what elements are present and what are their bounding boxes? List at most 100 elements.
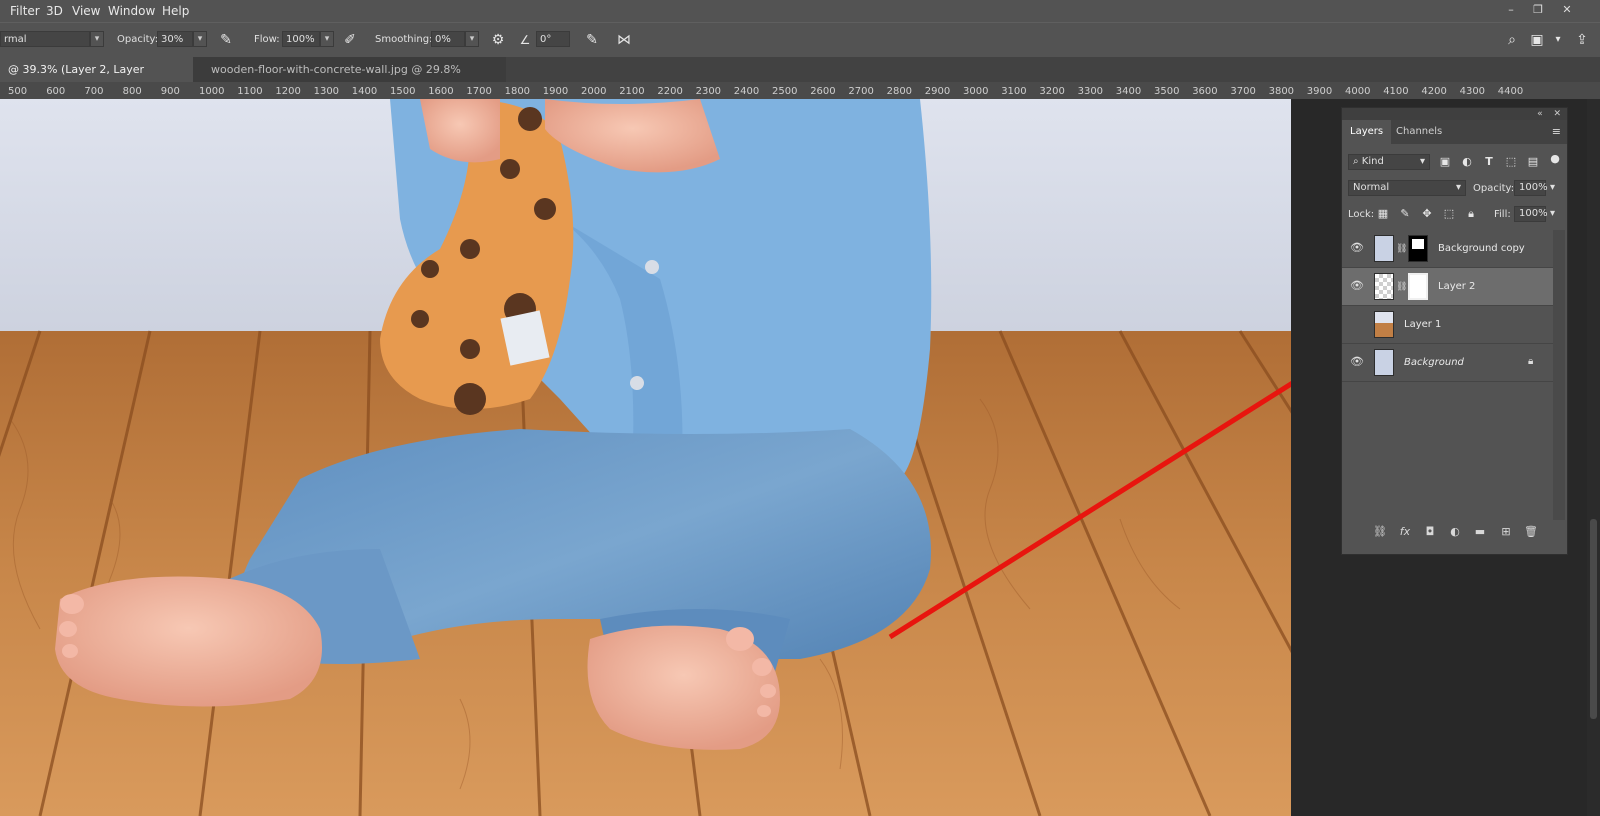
add-mask-icon[interactable]: ◘ [1422,524,1438,540]
share-icon[interactable]: ⇪ [1572,30,1592,50]
layer-row-background-copy[interactable]: 👁︎ ⛓ Background copy [1342,230,1553,268]
workspace-icon[interactable]: ▣ [1527,30,1547,50]
ruler-tick-label: 4000 [1345,86,1371,97]
collapse-panel-button[interactable]: « [1537,109,1543,119]
ruler-tick-label: 1100 [237,86,263,97]
menu-filter[interactable]: Filter [10,4,40,18]
menu-view[interactable]: View [72,4,100,18]
opacity-dropdown[interactable]: ▾ [193,31,207,47]
delete-layer-icon[interactable]: 🗑︎ [1523,524,1539,540]
menu-window[interactable]: Window [108,4,155,18]
tab-document-active[interactable]: @ 39.3% (Layer 2, Layer Mask/8) * × [0,57,193,101]
pressure-size-icon[interactable]: ✎ [582,30,602,50]
chevron-down-icon: ▾ [1419,156,1425,167]
opacity-input[interactable]: 30% [157,31,193,47]
ruler-tick-label: 1700 [466,86,492,97]
eye-icon[interactable]: 👁︎ [1350,318,1364,330]
chevron-down-icon[interactable]: ▾ [1550,208,1555,219]
flow-dropdown[interactable]: ▾ [320,31,334,47]
eye-icon[interactable]: 👁︎ [1350,280,1364,292]
ruler-tick-label: 3100 [1001,86,1027,97]
symmetry-butterfly-icon[interactable]: ⋈ [614,30,634,50]
ruler-tick-label: 500 [8,86,28,97]
lock-transparent-icon[interactable]: ▦ [1376,207,1390,221]
ruler-tick-label: 3200 [1039,86,1065,97]
mode-dropdown[interactable]: ▾ [90,31,104,47]
menu-3d[interactable]: 3D [46,4,63,18]
pressure-opacity-icon[interactable]: ✎ [216,30,236,50]
vertical-scrollbar[interactable] [1587,99,1600,816]
filter-smart-object-icon[interactable]: ▤ [1526,155,1540,169]
document-tab-bar: @ 39.3% (Layer 2, Layer Mask/8) * × wood… [0,57,1600,101]
layer-row-layer-2[interactable]: 👁︎ ⛓ Layer 2 [1342,268,1553,306]
scrollbar-thumb[interactable] [1590,519,1597,719]
link-icon[interactable]: ⛓ [1396,244,1407,254]
eye-icon[interactable]: 👁︎ [1350,242,1364,254]
chevron-down-icon: ▾ [1455,182,1461,193]
tab-channels[interactable]: Channels [1388,120,1450,144]
link-icon[interactable]: ⛓ [1396,282,1407,292]
ruler-tick-label: 1300 [313,86,340,97]
ruler-tick-label: 4200 [1421,86,1447,97]
ruler-tick-label: 3300 [1077,86,1104,97]
ruler-tick-label: 3500 [1154,86,1180,97]
search-icon[interactable]: ⌕ [1502,30,1522,50]
filter-toggle-icon[interactable]: ● [1548,152,1562,166]
lock-row: Lock: ▦ ✎ ✥ ⬚ 🔒︎ Fill: 100% ▾ [1342,204,1567,226]
filter-kind-select[interactable]: ⌕ Kind ▾ [1348,154,1430,170]
airbrush-icon[interactable]: ✐ [340,30,360,50]
blend-mode-select[interactable]: Normal ▾ [1348,180,1466,196]
smoothing-input[interactable]: 0% [431,31,465,47]
close-window-button[interactable]: ✕ [1556,3,1578,17]
filter-type-icon[interactable]: T [1482,155,1496,169]
link-layers-icon[interactable]: ⛓ [1372,524,1388,540]
filter-adjustment-icon[interactable]: ◐ [1460,155,1474,169]
flow-input[interactable]: 100% [282,31,320,47]
filter-pixel-icon[interactable]: ▣ [1438,155,1452,169]
lock-all-icon[interactable]: 🔒︎ [1464,207,1478,221]
angle-input[interactable]: 0° [536,31,570,47]
close-panel-button[interactable]: ✕ [1553,109,1561,119]
layers-footer: ⛓ fx ◘ ◐ ▬ ⊞ 🗑︎ [1342,522,1567,542]
gear-icon[interactable]: ⚙ [488,30,508,50]
blend-mode-value: Normal [1353,182,1390,193]
ruler-tick-label: 900 [160,86,180,97]
layers-panel: « ✕ Layers Channels ≡ ⌕ Kind ▾ ▣ ◐ T ⬚ ▤… [1341,107,1568,555]
tab-layers[interactable]: Layers [1342,120,1392,144]
filter-shape-icon[interactable]: ⬚ [1504,155,1518,169]
horizontal-ruler: 500 600 700 800 900 1000 1100 1200 1300 1400 1500 1… [0,82,1600,100]
layer-mask-thumbnail[interactable] [1408,273,1428,300]
new-group-icon[interactable]: ▬ [1472,524,1488,540]
canvas[interactable] [0,99,1291,816]
fill-input[interactable]: 100% [1514,206,1548,222]
smoothing-dropdown[interactable]: ▾ [465,31,479,47]
layers-scrollbar[interactable] [1553,230,1565,520]
layer-opacity-input[interactable]: 100% [1514,180,1548,196]
chevron-down-icon[interactable]: ▾ [1550,182,1555,193]
layer-name: Layer 2 [1438,281,1476,292]
layer-row-layer-1[interactable]: 👁︎ Layer 1 [1342,306,1553,344]
new-layer-icon[interactable]: ⊞ [1498,524,1514,540]
layer-row-background[interactable]: 👁︎ Background 🔒︎ [1342,344,1553,382]
lock-image-icon[interactable]: ✎ [1398,207,1412,221]
menu-help[interactable]: Help [162,4,189,18]
layer-name: Background copy [1438,243,1525,254]
layer-thumbnail [1374,311,1394,338]
minimize-button[interactable]: – [1500,3,1522,17]
ruler-tick-label: 1600 [428,86,454,97]
fx-icon[interactable]: fx [1397,524,1413,540]
eye-icon[interactable]: 👁︎ [1350,356,1364,368]
layer-name: Background [1404,357,1464,368]
panel-menu-icon[interactable]: ≡ [1552,125,1561,138]
lock-artboard-icon[interactable]: ⬚ [1442,207,1456,221]
mode-select[interactable]: rmal [0,31,90,47]
lock-position-icon[interactable]: ✥ [1420,207,1434,221]
restore-button[interactable]: ❐ [1527,3,1549,17]
tab-document-wooden-floor[interactable]: wooden-floor-with-concrete-wall.jpg @ 29… [193,57,506,101]
angle-icon: ∠ [519,33,531,47]
ruler-tick-label: 2500 [772,86,798,97]
adjustment-layer-icon[interactable]: ◐ [1447,524,1463,540]
workspace-dropdown-icon[interactable]: ▾ [1548,30,1568,50]
layer-mask-thumbnail[interactable] [1408,235,1428,262]
options-bar: rmal ▾ Opacity: 30% ▾ ✎ Flow: 100% ▾ ✐ S… [0,22,1600,58]
